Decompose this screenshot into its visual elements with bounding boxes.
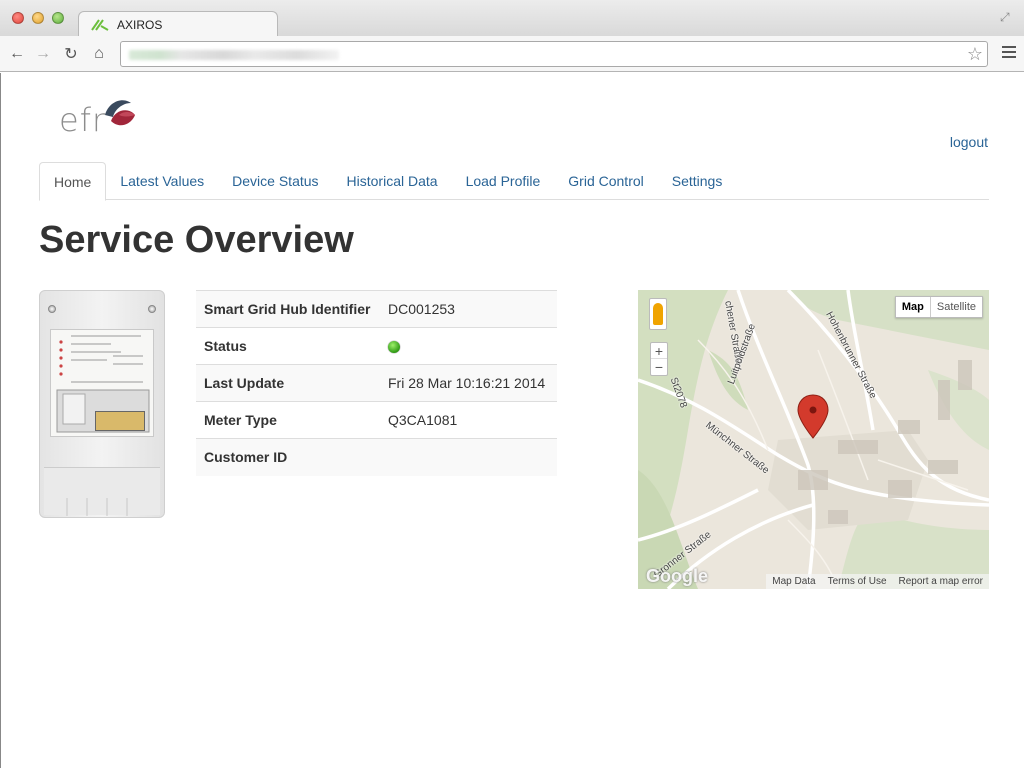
info-value: Fri 28 Mar 10:16:21 2014 — [380, 364, 557, 402]
address-bar[interactable]: ☆ — [120, 41, 988, 67]
google-logo: Google — [646, 566, 708, 586]
back-arrow-icon[interactable]: ← — [6, 43, 28, 65]
map-data-link[interactable]: Map Data — [766, 574, 821, 589]
zoom-control: + − — [650, 342, 668, 376]
logout-link[interactable]: logout — [950, 134, 988, 150]
table-row: Last Update Fri 28 Mar 10:16:21 2014 — [196, 364, 557, 402]
main-nav-tabs: Home Latest Values Device Status Histori… — [39, 162, 989, 201]
tab-device-status[interactable]: Device Status — [218, 162, 332, 200]
tab-historical-data[interactable]: Historical Data — [333, 162, 452, 200]
info-key: Meter Type — [196, 401, 380, 439]
home-icon[interactable]: ⌂ — [88, 43, 110, 65]
info-value: DC001253 — [380, 290, 557, 328]
bookmark-star-icon[interactable]: ☆ — [967, 44, 983, 64]
smart-meter-image — [39, 290, 165, 518]
browser-toolbar: ← → ↻ ⌂ ☆ — [0, 36, 1024, 72]
table-row: Smart Grid Hub Identifier DC001253 — [196, 290, 557, 328]
map-type-map-button[interactable]: Map — [896, 297, 931, 317]
map-type-control: Map Satellite — [894, 296, 983, 318]
zoom-in-button[interactable]: + — [651, 343, 667, 359]
info-key: Customer ID — [196, 438, 380, 476]
browser-titlebar: AXIROS ⤢ — [0, 0, 1024, 37]
axiros-favicon-icon — [91, 18, 109, 31]
terms-of-use-link[interactable]: Terms of Use — [822, 574, 893, 589]
reload-icon[interactable]: ↻ — [60, 43, 82, 65]
table-row: Status — [196, 327, 557, 365]
url-text-blurred — [129, 50, 339, 60]
browser-tab-title: AXIROS — [117, 17, 163, 32]
logo-text: efr — [59, 101, 107, 139]
status-cell — [380, 327, 557, 365]
tab-grid-control[interactable]: Grid Control — [554, 162, 657, 200]
tab-load-profile[interactable]: Load Profile — [452, 162, 555, 200]
efr-logo-mark-icon — [105, 100, 135, 126]
window-minimize-button[interactable] — [32, 12, 44, 24]
map-footer: Map Data Terms of Use Report a map error — [766, 574, 989, 589]
page: efr logout Home Latest Values Device Sta… — [0, 73, 1024, 768]
tab-latest-values[interactable]: Latest Values — [106, 162, 218, 200]
tab-home[interactable]: Home — [39, 162, 107, 201]
window-close-button[interactable] — [12, 12, 24, 24]
report-map-error-link[interactable]: Report a map error — [893, 574, 989, 589]
info-key: Last Update — [196, 364, 380, 402]
info-key: Status — [196, 327, 380, 365]
street-view-pegman-icon[interactable] — [649, 298, 667, 330]
page-title: Service Overview — [39, 219, 354, 261]
tab-settings[interactable]: Settings — [658, 162, 737, 200]
browser-tab[interactable]: AXIROS — [78, 11, 278, 37]
browser-menu-icon[interactable] — [1002, 46, 1016, 60]
info-value — [380, 438, 557, 476]
window-maximize-button[interactable] — [52, 12, 64, 24]
info-key: Smart Grid Hub Identifier — [196, 290, 380, 328]
service-info-table: Smart Grid Hub Identifier DC001253 Statu… — [196, 290, 557, 476]
status-online-icon — [388, 341, 400, 354]
map-type-satellite-button[interactable]: Satellite — [931, 297, 982, 317]
zoom-out-button[interactable]: − — [651, 359, 667, 375]
info-value: Q3CA1081 — [380, 401, 557, 439]
fullscreen-icon[interactable]: ⤢ — [1000, 10, 1014, 24]
forward-arrow-icon[interactable]: → — [32, 43, 54, 65]
efr-logo: efr — [59, 95, 139, 139]
location-map[interactable]: chener Straße Luitpoldstraße Hohenbrunne… — [638, 290, 989, 589]
table-row: Meter Type Q3CA1081 — [196, 401, 557, 439]
table-row: Customer ID — [196, 438, 557, 476]
